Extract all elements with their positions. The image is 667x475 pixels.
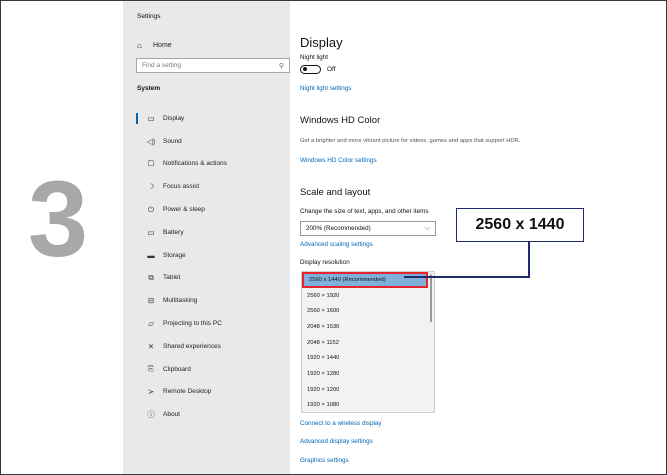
sidebar-item-label: Storage [163, 251, 186, 259]
sidebar-item-clipboard[interactable]: ⎘ Clipboard [123, 358, 290, 381]
callout-connector-horizontal [404, 276, 530, 278]
hdr-heading: Windows HD Color [300, 115, 381, 126]
search-icon: ⚲ [278, 62, 284, 70]
sidebar-item-storage[interactable]: ▬ Storage [123, 244, 290, 267]
app-title: Settings [137, 13, 161, 20]
resolution-option[interactable]: 1920 × 1200 [302, 382, 434, 398]
resolution-option[interactable]: 2560 × 1920 [302, 288, 434, 304]
section-label: System [137, 85, 161, 92]
projector-icon: ▱ [148, 319, 154, 329]
sidebar-item-projecting[interactable]: ▱ Projecting to this PC [123, 312, 290, 335]
sidebar-item-label: Display [163, 114, 185, 122]
advanced-display-link[interactable]: Advanced display settings [300, 438, 373, 445]
scale-value: 200% (Recommended) [306, 225, 371, 232]
tablet-icon: ⧉ [148, 272, 154, 282]
chevron-down-icon: ⌵ [424, 224, 430, 232]
night-light-label: Night light [300, 54, 329, 61]
hdr-description: Get a brighter and more vibrant picture … [300, 138, 521, 144]
clipboard-icon: ⎘ [148, 364, 154, 374]
speaker-icon: ◁) [146, 136, 156, 146]
resolution-list[interactable]: 2560 x 1440 (Recommended) 2560 × 1920 25… [301, 271, 435, 413]
resolution-option[interactable]: 1920 × 1440 [302, 350, 434, 366]
resolution-option[interactable]: 2048 × 1536 [302, 319, 434, 335]
resolution-option[interactable]: 1920 × 1080 [302, 398, 434, 414]
graphics-settings-link[interactable]: Graphics settings [300, 457, 349, 464]
hdr-settings-link[interactable]: Windows HD Color settings [300, 157, 377, 164]
toggle-knob [303, 67, 307, 72]
power-icon: ⏻ [148, 204, 154, 214]
moon-icon: ☽ [147, 182, 155, 192]
monitor-icon: ▭ [147, 113, 155, 123]
info-icon: ⓘ [147, 410, 155, 420]
scale-label: Change the size of text, apps, and other… [300, 208, 429, 215]
night-light-toggle[interactable] [300, 65, 321, 74]
sidebar-item-label: Sound [163, 137, 182, 145]
sidebar-item-focus-assist[interactable]: ☽ Focus assist [123, 175, 290, 198]
resolution-scrollbar[interactable] [430, 276, 432, 322]
sidebar-item-multitasking[interactable]: ⊟ Multitasking [123, 289, 290, 312]
sidebar-item-label: Notifications & actions [163, 160, 227, 168]
sidebar-item-battery[interactable]: ▭ Battery [123, 221, 290, 244]
storage-icon: ▬ [147, 250, 155, 260]
search-placeholder: Find a setting [142, 62, 182, 69]
sidebar-item-label: Remote Desktop [163, 388, 212, 396]
sidebar-item-power[interactable]: ⏻ Power & sleep [123, 198, 290, 221]
scale-heading: Scale and layout [300, 187, 371, 198]
callout-text: 2560 x 1440 [475, 216, 565, 233]
sidebar-item-shared-experiences[interactable]: ✕ Shared experiences [123, 335, 290, 358]
wireless-display-link[interactable]: Connect to a wireless display [300, 420, 382, 427]
home-icon: ⌂ [137, 41, 142, 50]
sidebar-item-notifications[interactable]: ☐ Notifications & actions [123, 153, 290, 176]
page-title: Display [300, 35, 343, 50]
multitasking-icon: ⊟ [147, 296, 155, 306]
shared-icon: ✕ [147, 341, 155, 351]
resolution-callout: 2560 x 1440 [456, 208, 584, 242]
sidebar-item-label: Tablet [163, 274, 181, 282]
sidebar-item-tablet[interactable]: ⧉ Tablet [123, 267, 290, 290]
callout-connector-vertical [528, 242, 530, 277]
sidebar-nav: ▭ Display ◁) Sound ☐ Notifications & act… [123, 107, 290, 426]
sidebar-item-label: Battery [163, 228, 184, 236]
step-number: 3 [28, 158, 89, 279]
sidebar-item-label: Clipboard [163, 365, 191, 373]
night-light-settings-link[interactable]: Night light settings [300, 85, 351, 92]
resolution-option[interactable]: 2048 × 1152 [302, 335, 434, 351]
sidebar-item-display[interactable]: ▭ Display [123, 107, 290, 130]
remote-icon: ≻ [147, 387, 155, 397]
sidebar-item-label: About [163, 411, 180, 419]
notification-icon: ☐ [147, 159, 155, 169]
sidebar-item-remote-desktop[interactable]: ≻ Remote Desktop [123, 381, 290, 404]
battery-icon: ▭ [147, 227, 155, 237]
settings-sidebar: Settings ⌂ Home Find a setting ⚲ System … [123, 1, 290, 474]
sidebar-item-label: Shared experiences [163, 342, 221, 350]
scale-dropdown[interactable]: 200% (Recommended) ⌵ [300, 221, 436, 236]
advanced-scaling-link[interactable]: Advanced scaling settings [300, 241, 373, 248]
sidebar-item-sound[interactable]: ◁) Sound [123, 130, 290, 153]
search-input[interactable]: Find a setting ⚲ [136, 58, 290, 73]
sidebar-item-label: Focus assist [163, 183, 200, 191]
sidebar-item-label: Projecting to this PC [163, 320, 222, 328]
resolution-label: Display resolution [300, 259, 350, 266]
night-light-state: Off [327, 66, 336, 73]
home-label: Home [153, 42, 172, 49]
home-link[interactable]: ⌂ Home [137, 41, 172, 50]
resolution-option[interactable]: 1920 × 1280 [302, 366, 434, 382]
resolution-option[interactable]: 2560 × 1600 [302, 303, 434, 319]
sidebar-item-label: Power & sleep [163, 206, 205, 214]
sidebar-item-about[interactable]: ⓘ About [123, 403, 290, 426]
resolution-option-selected[interactable]: 2560 x 1440 (Recommended) [302, 272, 428, 288]
sidebar-item-label: Multitasking [163, 297, 198, 305]
